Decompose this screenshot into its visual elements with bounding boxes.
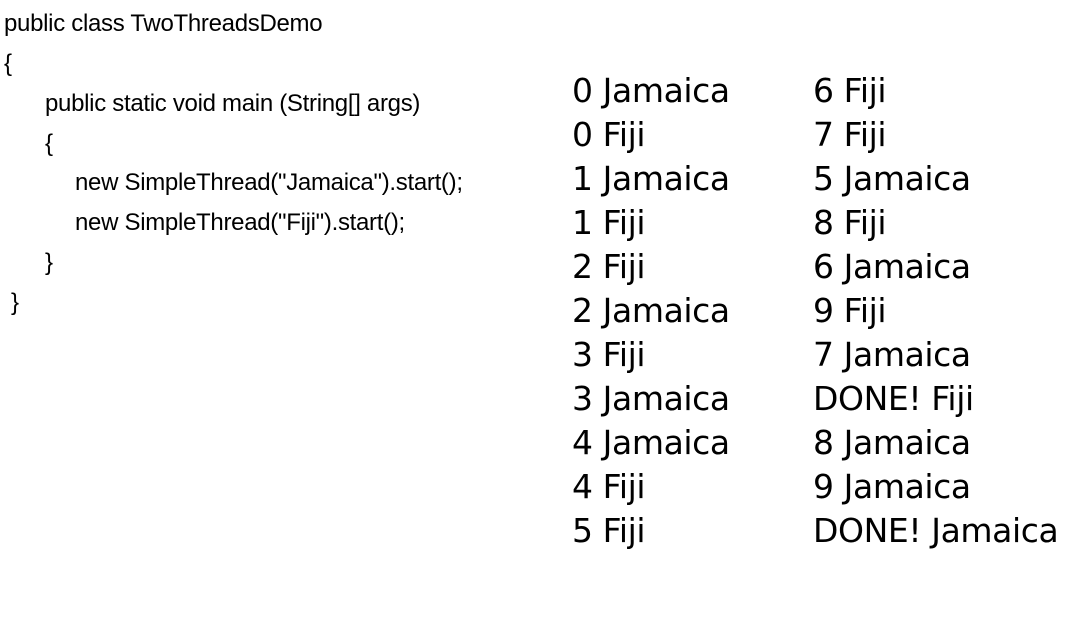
output-line: 5 Jamaica <box>813 159 971 198</box>
output-line: 2 Jamaica <box>572 291 730 330</box>
code-line-main-decl: public static void main (String[] args) <box>45 90 421 117</box>
output-line: 3 Fiji <box>572 335 646 374</box>
output-line: DONE! Fiji <box>813 379 974 418</box>
code-line-close-brace: } <box>11 289 19 316</box>
output-line: 1 Fiji <box>572 203 646 242</box>
output-line: 1 Jamaica <box>572 159 730 198</box>
code-line-fiji-thread: new SimpleThread("Fiji").start(); <box>75 209 405 236</box>
code-line-jamaica-thread: new SimpleThread("Jamaica").start(); <box>75 169 463 196</box>
output-line: 7 Fiji <box>813 115 887 154</box>
output-line: 3 Jamaica <box>572 379 730 418</box>
output-line: 6 Fiji <box>813 71 887 110</box>
output-line: 2 Fiji <box>572 247 646 286</box>
code-line-open-brace: { <box>4 50 12 77</box>
code-line-class-decl: public class TwoThreadsDemo <box>4 10 323 37</box>
output-line: 8 Fiji <box>813 203 887 242</box>
output-line: 9 Fiji <box>813 291 887 330</box>
output-line: 5 Fiji <box>572 511 646 550</box>
code-line-main-close-brace: } <box>45 249 53 276</box>
output-line: 0 Jamaica <box>572 71 730 110</box>
output-line: 6 Jamaica <box>813 247 971 286</box>
code-line-main-open-brace: { <box>45 130 53 157</box>
output-line: 0 Fiji <box>572 115 646 154</box>
output-line: 8 Jamaica <box>813 423 971 462</box>
output-line: 4 Fiji <box>572 467 646 506</box>
output-line: DONE! Jamaica <box>813 511 1059 550</box>
output-line: 7 Jamaica <box>813 335 971 374</box>
output-line: 4 Jamaica <box>572 423 730 462</box>
output-line: 9 Jamaica <box>813 467 971 506</box>
